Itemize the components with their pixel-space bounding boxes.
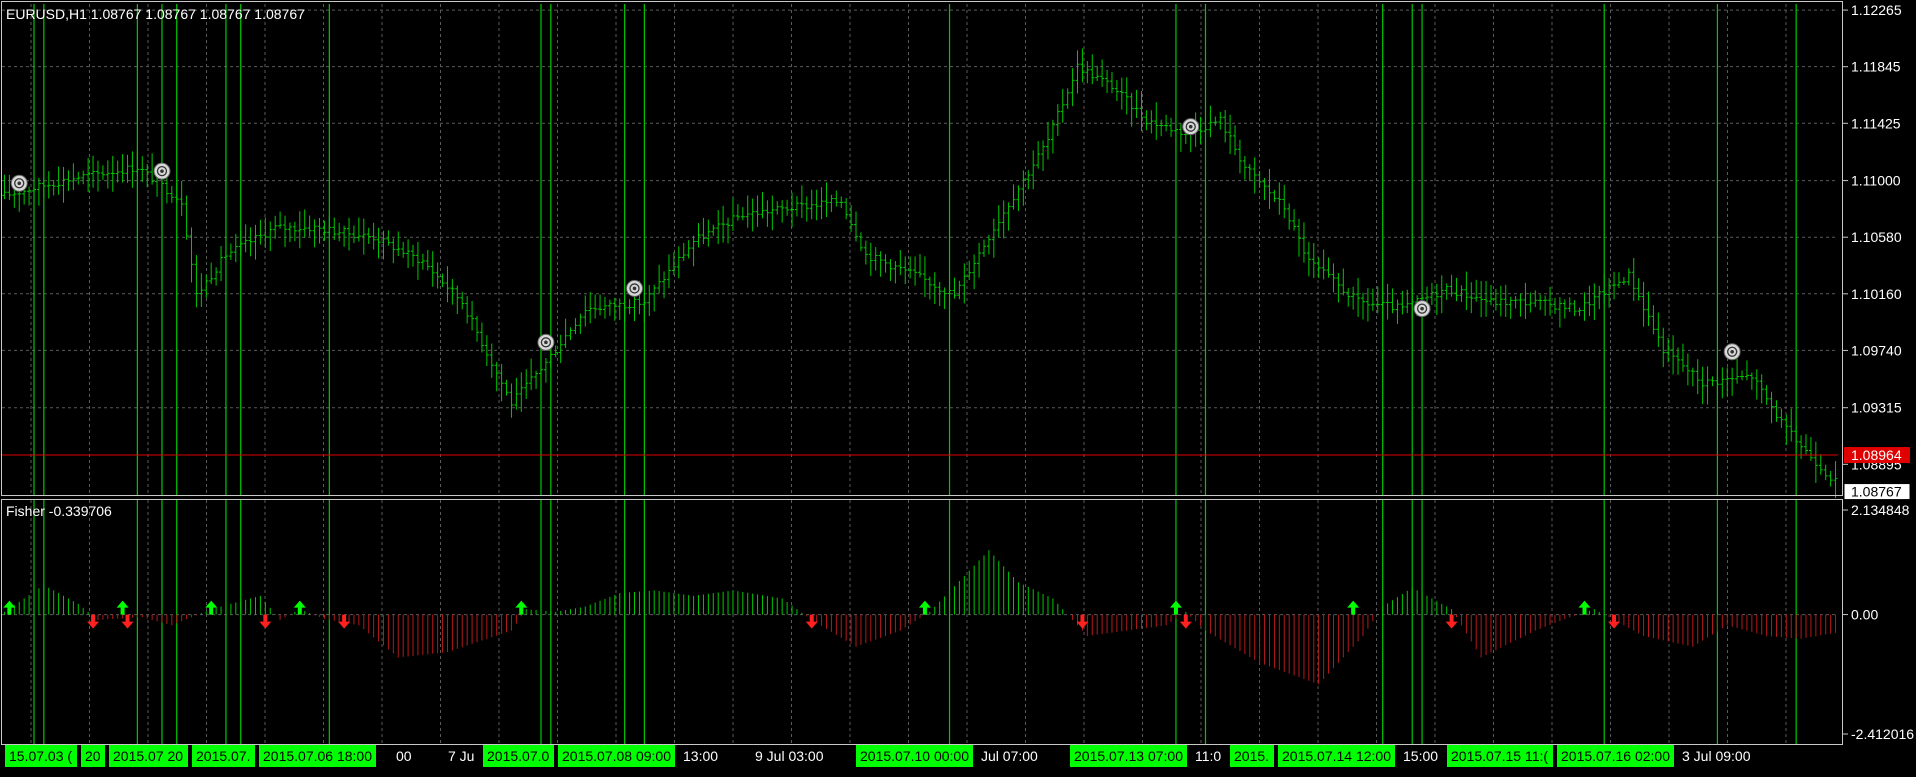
time-label: 2015.07.16 02:00 [1561, 748, 1670, 764]
time-label: 9 Jul 03:00 [755, 748, 824, 764]
price-tick-label: 1.10580 [1851, 229, 1902, 245]
red-level-label: 1.08964 [1851, 447, 1902, 463]
time-label: 15:00 [1403, 748, 1438, 764]
time-label: 2015.07.10 00:00 [860, 748, 969, 764]
price-tick-label: 1.11000 [1851, 173, 1901, 189]
indicator-tick-label: 0.00 [1851, 607, 1878, 623]
signal-mark-dot [1730, 349, 1734, 354]
price-tick-label: 1.11845 [1851, 59, 1901, 75]
price-tick-label: 1.09315 [1851, 400, 1902, 416]
time-label: 2015.07.14 12:00 [1282, 748, 1391, 764]
time-label: 15.07.03 ( [9, 748, 72, 764]
time-label: 2015.07.0 [487, 748, 549, 764]
time-label: Jul 07:00 [981, 748, 1038, 764]
signal-mark-dot [1188, 124, 1193, 129]
signal-mark-dot [544, 340, 548, 345]
chart-canvas[interactable]: 1.12265 1.11845 1.11425 1.11000 1.10580 1.101… [0, 0, 1916, 772]
chart-background [0, 0, 1916, 772]
price-tick-label: 1.09740 [1851, 342, 1902, 358]
time-label: 2015.07.15 11:( [1451, 748, 1548, 764]
signal-mark-dot [1420, 306, 1424, 311]
time-label: 20 [85, 748, 101, 764]
trading-chart[interactable]: 1.12265 1.11845 1.11425 1.11000 1.10580 1.101… [0, 0, 1916, 772]
current-price-label: 1.08767 [1851, 484, 1902, 500]
signal-mark-dot [632, 286, 637, 291]
indicator-tick-label: 2.134848 [1851, 502, 1910, 518]
symbol-header: EURUSD,H1 1.08767 1.08767 1.08767 1.0876… [6, 6, 305, 22]
time-label: 2015.07.08 09:00 [562, 748, 671, 764]
indicator-tick-label: -2.412016 [1851, 726, 1914, 742]
time-label: 2015.07.13 07:00 [1074, 748, 1183, 764]
price-tick-label: 1.11425 [1851, 115, 1901, 131]
time-label: 11:0 [1195, 748, 1221, 764]
price-tick-label: 1.12265 [1851, 2, 1902, 18]
price-tick-label: 1.10160 [1851, 286, 1902, 302]
time-label: 00 [396, 748, 412, 764]
time-label: 2015. [1234, 748, 1269, 764]
time-label: 3 Jul 09:00 [1682, 748, 1751, 764]
signal-mark-dot [160, 169, 164, 173]
time-label: 2015.07.06 18:00 [263, 748, 372, 764]
time-label: 2015.07. [196, 748, 251, 764]
signal-mark-dot [17, 181, 22, 186]
time-axis: 15.07.03 ( 20 2015.07 20 2015.07. 2015.07.06… [5, 745, 1751, 767]
time-label: 13:00 [683, 748, 718, 764]
time-label: 7 Ju [448, 748, 474, 764]
indicator-header: Fisher -0.339706 [6, 503, 112, 519]
time-label: 2015.07 20 [113, 748, 183, 764]
